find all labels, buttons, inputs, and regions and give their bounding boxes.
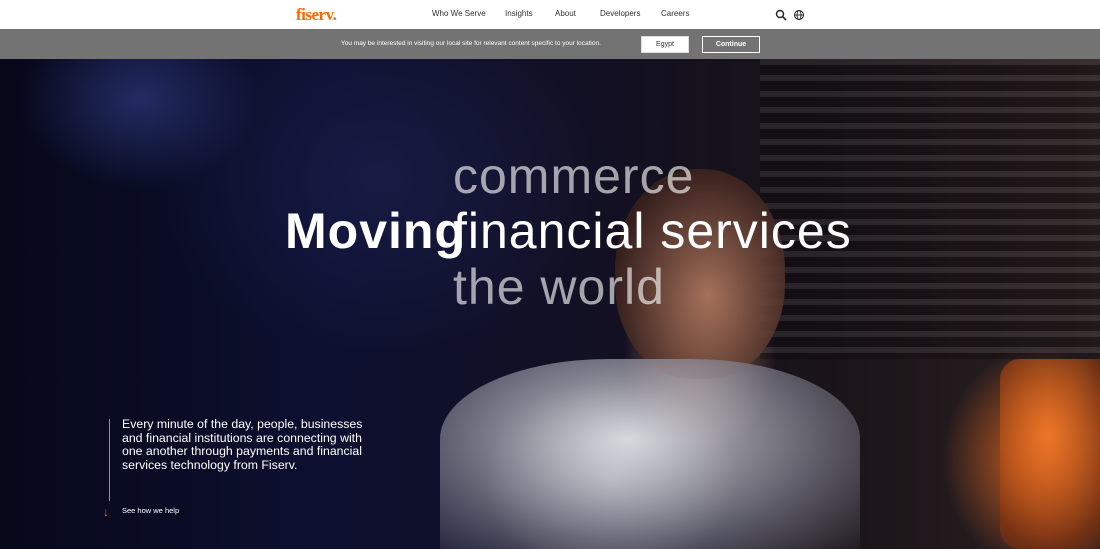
- top-navigation: fiserv. Who We Serve Insights About Deve…: [0, 0, 1100, 29]
- nav-about[interactable]: About: [555, 9, 576, 18]
- hero-photo-screen-glow: [1000, 359, 1100, 549]
- location-suggestion-bar: You may be interested in visiting our lo…: [0, 29, 1100, 59]
- headline-prefix: Moving: [285, 203, 466, 259]
- globe-icon[interactable]: [793, 8, 805, 20]
- hero-intro-text: Every minute of the day, people, busines…: [122, 417, 363, 472]
- headline-word-commerce: commerce: [453, 148, 695, 204]
- arrow-down-icon[interactable]: ↓: [103, 505, 109, 519]
- hero-photo-shirt: [440, 359, 860, 549]
- nav-careers[interactable]: Careers: [661, 9, 689, 18]
- location-message: You may be interested in visiting our lo…: [341, 40, 601, 47]
- nav-insights[interactable]: Insights: [505, 9, 533, 18]
- country-select[interactable]: Egypt: [641, 36, 689, 53]
- headline-word-financial-services: financial services: [453, 203, 852, 259]
- intro-divider-line: [109, 419, 110, 501]
- nav-who-we-serve[interactable]: Who We Serve: [432, 9, 486, 18]
- continue-button[interactable]: Continue: [702, 36, 760, 53]
- see-how-we-help-link[interactable]: See how we help: [122, 506, 179, 515]
- fiserv-logo[interactable]: fiserv.: [296, 5, 337, 25]
- nav-developers[interactable]: Developers: [600, 9, 640, 18]
- search-icon[interactable]: [775, 8, 787, 21]
- hero-section: Moving commerce financial services the w…: [0, 59, 1100, 549]
- headline-word-the-world: the world: [453, 259, 665, 315]
